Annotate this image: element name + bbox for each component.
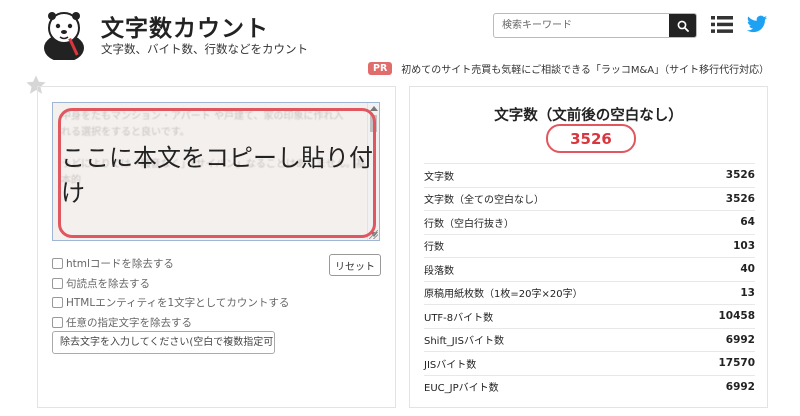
stat-row: UTF-8バイト数 10458 [424, 304, 755, 328]
stat-row: 行数（空白行抜き） 64 [424, 210, 755, 234]
stat-value: 17570 [718, 357, 755, 370]
option-remove-custom-chars[interactable]: 任意の指定文字を除去する [52, 313, 289, 333]
stat-value: 40 [740, 263, 755, 276]
stat-row: 文字数（全ての空白なし） 3526 [424, 186, 755, 211]
option-label: 任意の指定文字を除去する [66, 317, 192, 330]
option-label: HTMLエンティティを1文字としてカウントする [66, 297, 290, 310]
stat-label: 文字数 [424, 171, 454, 183]
pr-badge: PR [368, 61, 393, 75]
search-box [493, 13, 697, 38]
stat-label: Shift_JISバイト数 [424, 336, 504, 348]
stat-label: 行数 [424, 242, 444, 254]
option-html-entity-single-char[interactable]: HTMLエンティティを1文字としてカウントする [52, 293, 289, 313]
resize-grip-icon[interactable] [369, 230, 378, 239]
reset-button[interactable]: リセット [329, 254, 381, 276]
stat-row: 文字数 3526 [424, 163, 755, 187]
stat-label: EUC_JPバイト数 [424, 383, 499, 395]
stat-label: UTF-8バイト数 [424, 312, 494, 324]
stat-value: 3526 [725, 192, 755, 205]
site-subtitle: 文字数、バイト数、行数などをカウント [101, 42, 308, 56]
search-button[interactable] [669, 14, 696, 37]
stat-value: 3526 [725, 169, 755, 182]
option-label: htmlコードを除去する [66, 258, 174, 271]
pr-banner: PR 初めてのサイト売買も気軽にご相談できる「ラッコM&A」（サイト移行代行対応… [368, 60, 769, 76]
stats-table: 文字数 3526 文字数（全ての空白なし） 3526 行数（空白行抜き） 64 … [424, 163, 755, 398]
scroll-up-arrow-icon[interactable] [370, 106, 378, 111]
result-panel: 文字数（文前後の空白なし） 3526 文字数 3526 文字数（全ての空白なし）… [409, 86, 768, 408]
stat-value: 10458 [718, 310, 755, 323]
scroll-thumb[interactable] [370, 115, 377, 132]
option-remove-html[interactable]: htmlコードを除去する [52, 254, 289, 274]
twitter-icon[interactable] [746, 13, 768, 35]
pr-link[interactable]: 初めてのサイト売買も気軽にご相談できる「ラッコM&A」（サイト移行代行対応） [401, 61, 769, 76]
stat-label: 原稿用紙枚数（1枚=20字×20字） [424, 289, 583, 301]
checkbox[interactable] [52, 258, 63, 270]
main-count-value: 3526 [546, 124, 636, 153]
checkbox[interactable] [52, 317, 63, 329]
stat-value: 64 [740, 216, 755, 229]
stat-label: 段落数 [424, 265, 454, 277]
stat-row: EUC_JPバイト数 6992 [424, 374, 755, 399]
sea-otter-mascot-icon[interactable] [38, 8, 90, 60]
option-label: 句読点を除去する [66, 277, 150, 290]
stat-row: JISバイト数 17570 [424, 351, 755, 375]
stat-row: Shift_JISバイト数 6992 [424, 327, 755, 352]
options-list: htmlコードを除去する 句読点を除去する HTMLエンティティを1文字としてカ… [52, 254, 289, 332]
stat-row: 段落数 40 [424, 257, 755, 281]
input-panel: 中身をたもマンション・アパート や戸建て、家の印象に作れ入 れる選択をすると良い… [37, 86, 396, 408]
checkbox[interactable] [52, 297, 63, 309]
text-input-area[interactable]: 中身をたもマンション・アパート や戸建て、家の印象に作れ入 れる選択をすると良い… [52, 102, 380, 241]
option-remove-punctuation[interactable]: 句読点を除去する [52, 274, 289, 294]
stat-row: 原稿用紙枚数（1枚=20字×20字） 13 [424, 280, 755, 305]
main-count-label: 文字数（文前後の空白なし） [494, 108, 683, 124]
stat-row: 行数 103 [424, 233, 755, 258]
stat-value: 6992 [725, 333, 755, 346]
stat-value: 103 [733, 239, 755, 252]
search-input[interactable] [494, 14, 670, 37]
list-menu-icon[interactable] [711, 15, 733, 34]
text-input-content: 中身をたもマンション・アパート や戸建て、家の印象に作れ入 れる選択をすると良い… [61, 111, 366, 186]
stat-label: 行数（空白行抜き） [424, 218, 514, 230]
search-icon [677, 20, 689, 32]
stat-value: 6992 [725, 380, 755, 393]
text-area-scrollbar[interactable] [367, 103, 379, 240]
remove-chars-input[interactable] [52, 331, 275, 354]
stat-label: JISバイト数 [424, 359, 477, 371]
stat-value: 13 [740, 286, 755, 299]
checkbox[interactable] [52, 277, 63, 289]
site-title[interactable]: 文字数カウント [101, 9, 269, 43]
stat-label: 文字数（全ての空白なし） [424, 195, 544, 207]
site-header: 文字数カウント 文字数、バイト数、行数などをカウント [0, 0, 800, 62]
